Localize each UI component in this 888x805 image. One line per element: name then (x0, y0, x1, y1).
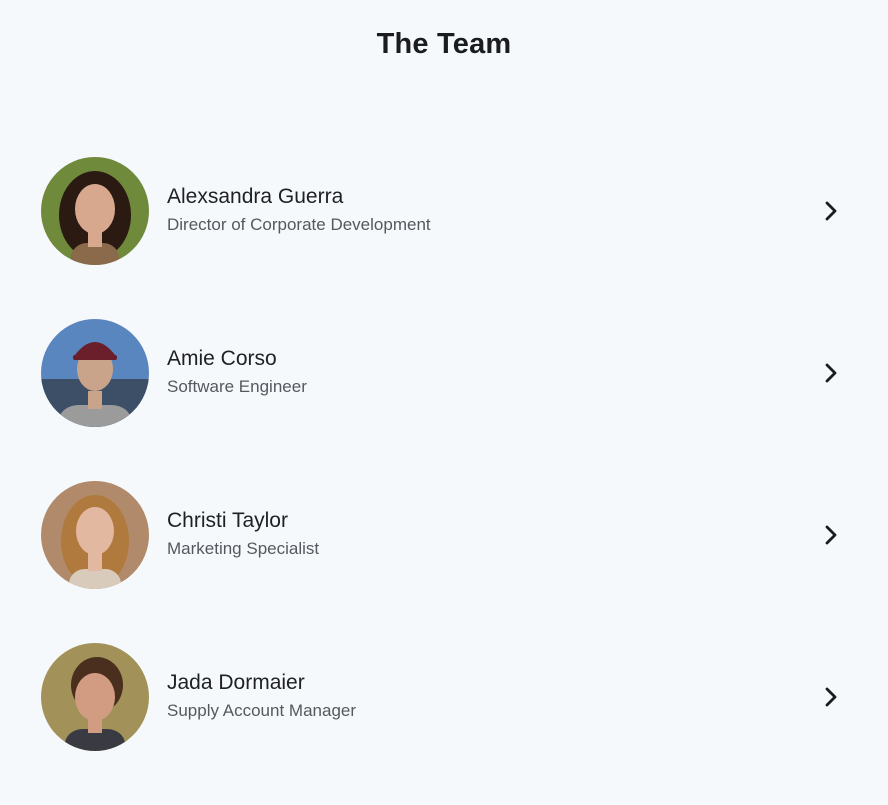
chevron-right-icon[interactable] (821, 201, 841, 221)
chevron-right-icon[interactable] (821, 525, 841, 545)
member-name: Alexsandra Guerra (167, 185, 344, 208)
team-member-row[interactable]: Amie Corso Software Engineer (0, 319, 888, 427)
team-member-row[interactable]: Alexsandra Guerra Director of Corporate … (0, 157, 888, 265)
team-list: Alexsandra Guerra Director of Corporate … (0, 157, 888, 805)
chevron-right-icon[interactable] (821, 363, 841, 383)
member-name: Amie Corso (167, 347, 277, 370)
avatar-photo (41, 481, 149, 589)
member-name: Jada Dormaier (167, 671, 305, 694)
avatar-photo (41, 319, 149, 427)
member-role: Supply Account Manager (167, 701, 357, 720)
avatar-photo (41, 643, 149, 751)
member-role: Director of Corporate Development (167, 215, 431, 234)
page-title: The Team (376, 28, 512, 60)
avatar-photo (41, 157, 149, 265)
member-role: Marketing Specialist (167, 539, 320, 558)
team-member-row[interactable]: Jada Dormaier Supply Account Manager (0, 643, 888, 751)
team-member-row[interactable]: Christi Taylor Marketing Specialist (0, 481, 888, 589)
chevron-right-icon[interactable] (821, 687, 841, 707)
member-name: Christi Taylor (167, 509, 288, 532)
member-role: Software Engineer (167, 377, 307, 396)
